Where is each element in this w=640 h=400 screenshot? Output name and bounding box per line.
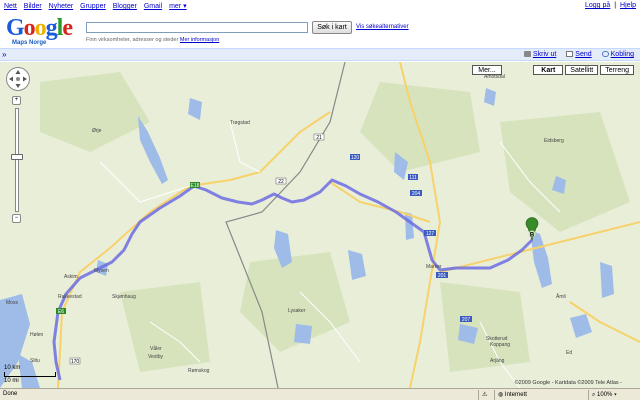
map-copyright: ©2009 Google - Kartdata ©2009 Tele Atlas…	[514, 380, 622, 386]
road-shield-label: 201	[438, 273, 447, 279]
map-type-map[interactable]: Kart	[533, 65, 564, 75]
marker-label: B	[530, 233, 535, 239]
google-maps-logo[interactable]: Google Maps Norge	[6, 16, 80, 48]
link-label: Kobling	[610, 51, 634, 58]
nav-link-groups[interactable]: Grupper	[80, 3, 106, 10]
print-button[interactable]: Skriv ut	[523, 51, 557, 58]
zoom-slider-handle[interactable]	[11, 154, 23, 160]
road-shield-label: 207	[462, 317, 471, 323]
road-shield-label: 22	[278, 179, 284, 185]
town-label: Rømskog	[188, 368, 210, 374]
map-type-terrain[interactable]: Terreng	[600, 65, 634, 75]
top-nav-links: Nett Bilder Nyheter Grupper Blogger Gmai…	[4, 2, 192, 12]
logo-wordmark: Google	[6, 15, 73, 41]
road-shield-label: E18	[191, 183, 200, 189]
account-links: Logg på | Hjelp	[583, 2, 636, 12]
town-label: Våler	[150, 345, 162, 352]
zone-label: Internett	[504, 392, 527, 398]
search-hint: Finn virksomheter, adresser og steder Me…	[86, 37, 219, 43]
town-label: Hølen	[30, 332, 44, 338]
printer-icon	[523, 51, 531, 58]
town-label: Eidsberg	[544, 138, 564, 144]
map-tiles: B Moss Hølen Askim Mysen Rakkestad Ørje …	[0, 62, 640, 388]
internet-zone: ◍ Internett	[494, 390, 586, 400]
more-layers-button[interactable]: Mer...	[472, 65, 502, 75]
town-label: Åmli	[556, 293, 566, 300]
search-maps-button[interactable]: Søk i kart	[312, 21, 352, 34]
town-label: Arjäng	[490, 358, 505, 364]
town-label: Rakkestad	[58, 294, 82, 300]
search-header: Google Maps Norge Søk i kart Vis søkealt…	[0, 12, 640, 48]
scale-km-label: 10 km	[4, 365, 21, 371]
town-label: Mysen	[94, 268, 109, 274]
town-label: Koppang	[490, 342, 510, 348]
town-label: Lysaker	[288, 308, 306, 314]
map-canvas[interactable]: B Moss Hølen Askim Mysen Rakkestad Ørje …	[0, 62, 640, 388]
search-options-link[interactable]: Vis søkealternativer	[356, 24, 409, 30]
scale-bar-line	[4, 372, 56, 377]
zoom-label: 100%	[597, 392, 613, 398]
send-button[interactable]: Send	[566, 51, 592, 58]
zoom-slider-track[interactable]	[15, 108, 19, 212]
envelope-icon	[566, 51, 574, 58]
nav-link-images[interactable]: Bilder	[24, 3, 42, 10]
nav-link-gmail[interactable]: Gmail	[144, 3, 162, 10]
town-label: Marker	[426, 264, 442, 270]
print-label: Skriv ut	[532, 51, 557, 58]
map-type-satellite[interactable]: Satellitt	[565, 65, 599, 75]
town-label: Moss	[6, 300, 18, 306]
pan-control	[5, 66, 31, 92]
globe-icon: ◍	[498, 392, 504, 398]
road-shield-label: 21	[316, 135, 322, 141]
town-label: Slitu	[30, 358, 40, 364]
top-nav-bar: Nett Bilder Nyheter Grupper Blogger Gmai…	[0, 0, 640, 12]
zoom-in-button[interactable]: +	[12, 96, 21, 105]
nav-link-blogs[interactable]: Blogger	[113, 3, 137, 10]
town-label: Trøgstad	[230, 120, 250, 126]
map-toolbar: » Skriv ut Send Kobling	[0, 48, 640, 61]
nav-link-more[interactable]: mer ▾	[169, 3, 187, 10]
more-info-link[interactable]: Mer informasjon	[180, 37, 219, 43]
town-label: Skjønhaug	[112, 294, 136, 300]
town-label: Ørje	[92, 128, 102, 134]
zoom-out-button[interactable]: −	[12, 214, 21, 223]
chain-link-icon	[601, 51, 609, 58]
scale-mi-label: 10 mi	[4, 378, 19, 384]
zoom-level[interactable]: ⌕ 100% ▾	[588, 390, 640, 400]
map-type-control: Kart Satellitt Terreng	[533, 65, 634, 75]
road-shield-label: 127	[426, 231, 435, 237]
nav-link-web[interactable]: Nett	[4, 3, 17, 10]
magnifier-icon: ⌕	[592, 392, 596, 398]
security-icon: ⚠	[478, 390, 492, 400]
status-text: Done	[3, 391, 18, 397]
road-shield-label: 111	[409, 175, 417, 181]
pan-compass-icon[interactable]	[5, 66, 31, 92]
road-shield-label: 204	[412, 191, 421, 197]
collapse-panel-icon[interactable]: »	[2, 50, 6, 59]
town-label: Vestby	[148, 354, 164, 360]
map-actions: Skriv ut Send Kobling	[523, 51, 634, 58]
login-link[interactable]: Logg på	[585, 2, 610, 9]
town-label: Ed	[566, 350, 572, 356]
help-link[interactable]: Hjelp	[620, 2, 636, 9]
link-button[interactable]: Kobling	[601, 51, 634, 58]
browser-status-bar: Done ⚠ ◍ Internett ⌕ 100% ▾	[0, 388, 640, 400]
send-label: Send	[575, 51, 592, 58]
search-input[interactable]	[86, 22, 308, 33]
account-separator: |	[614, 2, 617, 9]
search-hint-text: Finn virksomheter, adresser og steder	[86, 37, 179, 43]
road-shield-label: E6	[58, 309, 64, 315]
scale-bar: 10 km 10 mi	[4, 365, 56, 384]
road-shield-label: 120	[351, 155, 360, 161]
town-label: Askim	[64, 274, 78, 280]
logo-subtitle: Maps Norge	[12, 40, 47, 46]
nav-link-news[interactable]: Nyheter	[49, 3, 74, 10]
road-shield-label: 170	[71, 359, 80, 365]
